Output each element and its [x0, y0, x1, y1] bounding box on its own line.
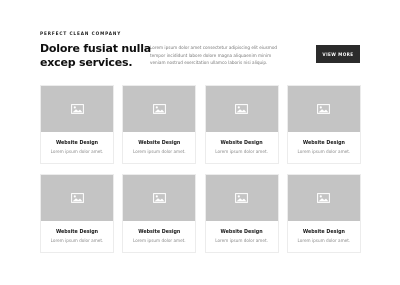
card-title: Website Design — [55, 141, 99, 146]
card-title: Website Design — [302, 141, 345, 146]
card-image-placeholder — [205, 86, 278, 132]
service-card[interactable]: Website Design Lorem ipsum dolor amet. — [40, 174, 114, 253]
service-card[interactable]: Website Design Lorem ipsum dolor amet. — [286, 85, 361, 164]
card-description: Lorem ipsum dolor amet. — [215, 238, 268, 243]
image-placeholder-icon — [317, 193, 331, 203]
image-placeholder-icon — [235, 104, 248, 114]
card-title: Website Design — [220, 141, 263, 146]
card-title: Website Design — [55, 230, 99, 235]
services-grid: Website Design Lorem ipsum dolor amet. W… — [40, 85, 361, 253]
card-description: Lorem ipsum dolor amet. — [132, 149, 186, 154]
image-placeholder-icon — [152, 104, 166, 114]
section-eyebrow: PERFECT CLEAN COMPANY — [40, 31, 122, 36]
card-image-placeholder — [123, 86, 196, 132]
card-image-placeholder — [205, 175, 278, 221]
service-card[interactable]: Website Design Lorem ipsum dolor amet. — [40, 85, 114, 164]
image-placeholder-icon — [235, 193, 248, 203]
card-image-placeholder — [41, 86, 113, 132]
image-placeholder-icon — [70, 104, 84, 114]
view-more-button[interactable]: VIEW MORE — [316, 45, 360, 63]
card-image-placeholder — [287, 86, 360, 132]
card-title: Website Design — [138, 230, 181, 235]
service-card[interactable]: Website Design Lorem ipsum dolor amet. — [286, 174, 361, 253]
service-card[interactable]: Website Design Lorem ipsum dolor amet. — [122, 174, 197, 253]
section-headline: Dolore fusiat nulla excep services. — [40, 42, 152, 69]
card-image-placeholder — [41, 175, 113, 221]
card-description: Lorem ipsum dolor amet. — [50, 149, 104, 154]
card-title: Website Design — [138, 141, 181, 146]
card-description: Lorem ipsum dolor amet. — [50, 238, 104, 243]
service-card[interactable]: Website Design Lorem ipsum dolor amet. — [204, 85, 279, 164]
image-placeholder-icon — [317, 104, 331, 114]
card-description: Lorem ipsum dolor amet. — [215, 149, 268, 154]
image-placeholder-icon — [152, 193, 166, 203]
card-description: Lorem ipsum dolor amet. — [297, 238, 351, 243]
image-placeholder-icon — [70, 193, 84, 203]
card-image-placeholder — [123, 175, 196, 221]
service-card[interactable]: Website Design Lorem ipsum dolor amet. — [204, 174, 279, 253]
card-description: Lorem ipsum dolor amet. — [132, 238, 186, 243]
card-title: Website Design — [220, 230, 263, 235]
card-description: Lorem ipsum dolor amet. — [297, 149, 351, 154]
card-image-placeholder — [287, 175, 360, 221]
service-card[interactable]: Website Design Lorem ipsum dolor amet. — [122, 85, 197, 164]
section-intro-text: Lorem ipsum dolor amet consectetur adipi… — [150, 45, 278, 66]
card-title: Website Design — [302, 230, 345, 235]
